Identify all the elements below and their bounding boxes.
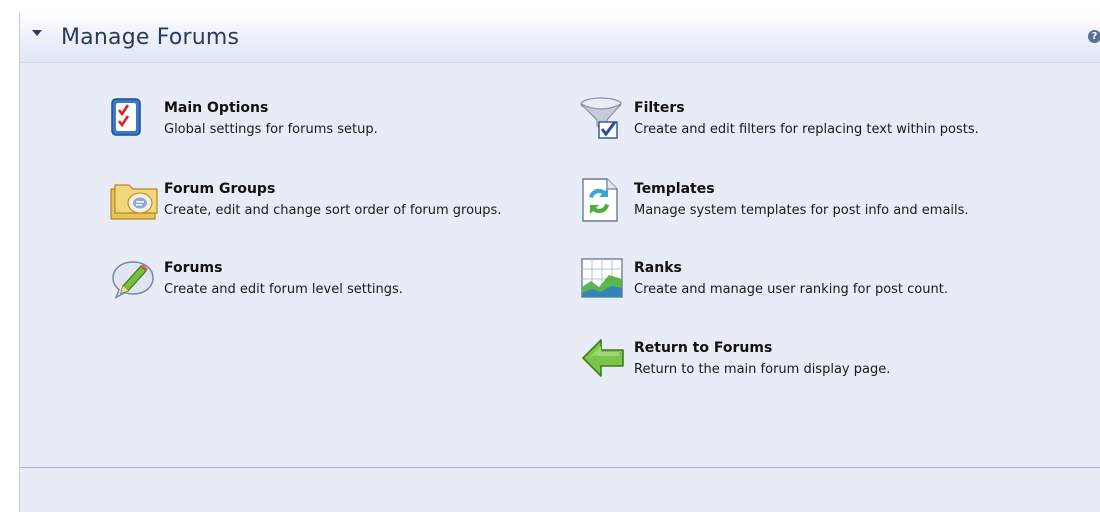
checklist-icon [109,96,157,140]
filters-link[interactable]: Filters Create and edit filters for repl… [579,96,1049,140]
item-title: Ranks [634,260,682,276]
forum-groups-link[interactable]: Forum Groups Create, edit and change sor… [109,177,569,221]
main-options-link[interactable]: Main Options Global settings for forums … [109,96,529,140]
item-description: Return to the main forum display page. [634,362,891,377]
panel-title: Manage Forums [61,25,240,50]
panel-header: Manage Forums ? [20,12,1100,63]
folders-icon [109,177,158,221]
manage-forums-panel: Manage Forums ? Main Options Global sett… [19,12,1100,512]
item-title: Filters [634,100,685,116]
page-frame: Manage Forums ? Main Options Global sett… [0,0,1100,512]
item-title: Forums [164,260,223,276]
item-description: Create and manage user ranking for post … [634,282,948,297]
templates-link[interactable]: Templates Manage system templates for po… [579,177,1049,222]
collapse-arrow-icon[interactable] [32,30,42,36]
item-title: Return to Forums [634,340,773,356]
template-refresh-icon [579,177,627,222]
item-description: Manage system templates for post info an… [634,203,969,218]
item-title: Main Options [164,100,269,116]
speech-bubble-pencil-icon [109,256,157,300]
item-description: Create and edit filters for replacing te… [634,122,979,137]
chart-icon [579,256,627,300]
item-description: Create and edit forum level settings. [164,282,403,297]
item-description: Global settings for forums setup. [164,122,378,137]
forums-link[interactable]: Forums Create and edit forum level setti… [109,256,529,300]
return-to-forums-link[interactable]: Return to Forums Return to the main foru… [579,336,1049,380]
back-arrow-icon [579,336,627,380]
funnel-check-icon [579,96,627,140]
item-title: Forum Groups [164,181,276,197]
ranks-link[interactable]: Ranks Create and manage user ranking for… [579,256,1049,300]
divider [20,467,1100,468]
item-title: Templates [634,181,715,197]
item-description: Create, edit and change sort order of fo… [164,203,502,218]
help-icon[interactable]: ? [1088,30,1100,43]
